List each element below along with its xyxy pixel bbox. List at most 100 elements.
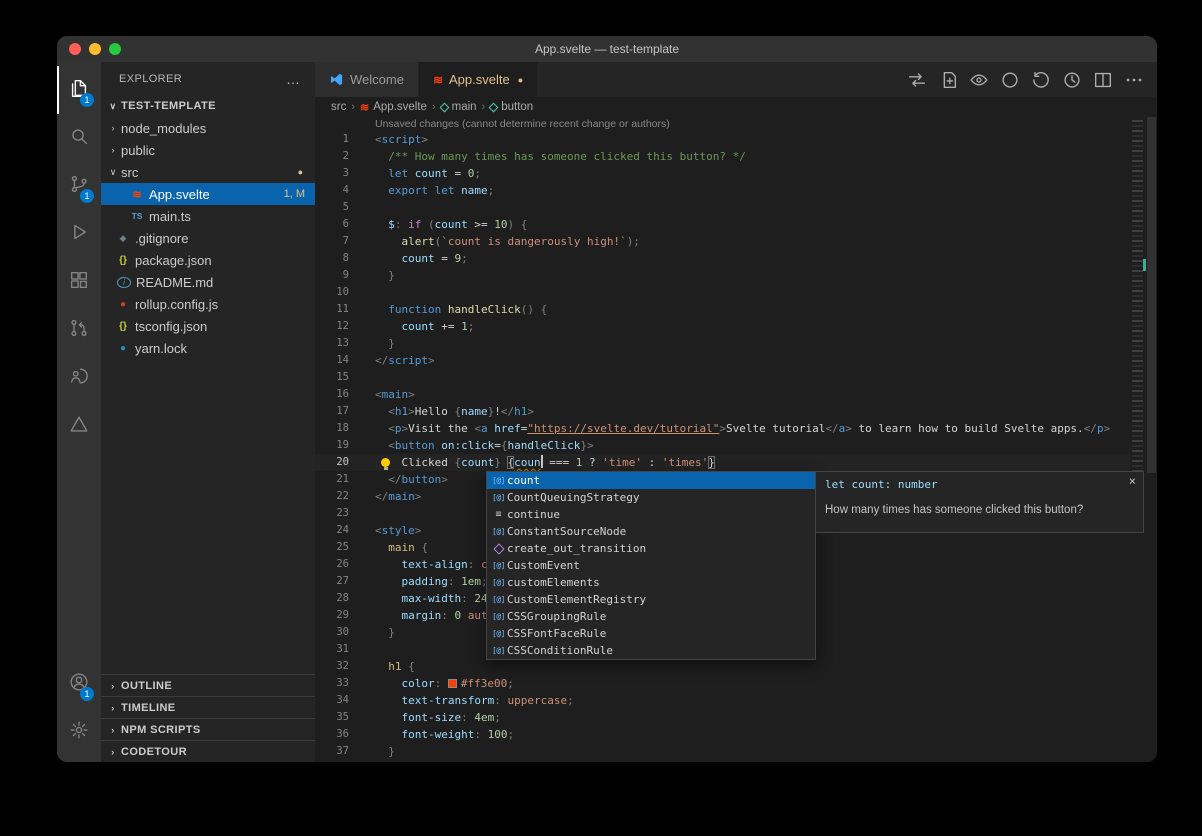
section-npm-scripts[interactable]: ›NPM SCRIPTS xyxy=(101,718,315,740)
activity-azure[interactable] xyxy=(57,402,101,450)
tree-root-test-template[interactable]: ∨ TEST-TEMPLATE xyxy=(101,95,315,117)
code-line[interactable]: 8 count = 9; xyxy=(315,250,1130,267)
activity-search[interactable] xyxy=(57,114,101,162)
code-line[interactable]: 3 let count = 0; xyxy=(315,165,1130,182)
vscode-window: App.svelte — test-template 11 1 EXPLORER… xyxy=(57,36,1157,762)
editor-action-split-editor-icon[interactable] xyxy=(1092,69,1114,91)
code-line[interactable]: 5 xyxy=(315,199,1130,216)
breadcrumb-src[interactable]: src xyxy=(331,101,346,113)
code-line[interactable]: 10 xyxy=(315,284,1130,301)
code-line[interactable]: 13 } xyxy=(315,335,1130,352)
code-line[interactable]: 34 text-transform: uppercase; xyxy=(315,692,1130,709)
tree-item-src[interactable]: ∨src● xyxy=(101,161,315,183)
section-codetour[interactable]: ›CODETOUR xyxy=(101,740,315,762)
editor-action-file-history-icon[interactable] xyxy=(1030,69,1052,91)
code-line[interactable]: 4 export let name; xyxy=(315,182,1130,199)
suggestion-cssconditionrule[interactable]: [@]CSSConditionRule xyxy=(487,642,815,659)
editor-action-timeline-icon[interactable] xyxy=(1061,69,1083,91)
code-line[interactable]: 15 xyxy=(315,369,1130,386)
breadcrumb-app-svelte[interactable]: ≋App.svelte xyxy=(360,101,427,114)
minimize-window-button[interactable] xyxy=(89,43,101,55)
tree-item-readme-md[interactable]: iREADME.md xyxy=(101,271,315,293)
suggestion-cssfontfacerule[interactable]: [@]CSSFontFaceRule xyxy=(487,625,815,642)
suggestion-count[interactable]: [@]count xyxy=(487,472,815,489)
activity-accounts[interactable]: 1 xyxy=(57,660,101,708)
editor-action-gitlens-compare-icon[interactable] xyxy=(906,69,928,91)
line-number: 12 xyxy=(315,318,349,335)
tree-item-yarn-lock[interactable]: ●yarn.lock xyxy=(101,337,315,359)
sidebar-sections: ›OUTLINE›TIMELINE›NPM SCRIPTS›CODETOUR xyxy=(101,674,315,762)
activity-settings[interactable] xyxy=(57,708,101,756)
suggestion-continue[interactable]: ≡continue xyxy=(487,506,815,523)
symbol-variable-icon: [@] xyxy=(490,643,507,658)
tab-welcome[interactable]: Welcome xyxy=(315,62,419,97)
code-line[interactable]: 36 font-weight: 100; xyxy=(315,726,1130,743)
scrollbar-thumb[interactable] xyxy=(1147,117,1156,473)
suggestion-label: continue xyxy=(507,508,560,521)
close-window-button[interactable] xyxy=(69,43,81,55)
color-swatch[interactable] xyxy=(448,679,457,688)
activity-run-debug[interactable] xyxy=(57,210,101,258)
code-line[interactable]: 1<script> xyxy=(315,131,1130,148)
code-lines: 1<script>2 /** How many times has someon… xyxy=(315,131,1130,760)
tree-item-node-modules[interactable]: ›node_modules xyxy=(101,117,315,139)
code-line[interactable]: 18 <p>Visit the <a href="https://svelte.… xyxy=(315,420,1130,437)
editor-action-gitlens-heatmap-icon[interactable] xyxy=(999,69,1021,91)
extensions-icon xyxy=(68,269,90,296)
code-line[interactable]: 35 font-size: 4em; xyxy=(315,709,1130,726)
code-line[interactable]: 11 function handleClick() { xyxy=(315,301,1130,318)
code-line[interactable]: 33 color: #ff3e00; xyxy=(315,675,1130,692)
lightbulb-icon[interactable] xyxy=(381,458,390,467)
tree-item-app-svelte[interactable]: ≋App.svelte1, M xyxy=(101,183,315,205)
suggestion-customelementregistry[interactable]: [@]CustomElementRegistry xyxy=(487,591,815,608)
minimap[interactable] xyxy=(1130,117,1146,762)
breadcrumb-label: button xyxy=(501,101,533,113)
tree-item-public[interactable]: ›public xyxy=(101,139,315,161)
suggestion-constantsourcenode[interactable]: [@]ConstantSourceNode xyxy=(487,523,815,540)
editor-action-toggle-blame-icon[interactable] xyxy=(968,69,990,91)
suggestion-cssgroupingrule[interactable]: [@]CSSGroupingRule xyxy=(487,608,815,625)
tree-item-rollup-config-js[interactable]: ●rollup.config.js xyxy=(101,293,315,315)
tab-app-svelte[interactable]: ≋App.svelte● xyxy=(419,62,538,97)
tree-item-gitignore[interactable]: ◆.gitignore xyxy=(101,227,315,249)
suggestion-create-out-transition[interactable]: create_out_transition xyxy=(487,540,815,557)
tree-item-package-json[interactable]: {}package.json xyxy=(101,249,315,271)
code-line[interactable]: 37 } xyxy=(315,743,1130,760)
titlebar[interactable]: App.svelte — test-template xyxy=(57,36,1157,62)
suggestion-customelements[interactable]: [@]customElements xyxy=(487,574,815,591)
code-line[interactable]: 32 h1 { xyxy=(315,658,1130,675)
code-line[interactable]: 6 $: if (count >= 10) { xyxy=(315,216,1130,233)
chevron-right-icon: › xyxy=(105,145,121,155)
code-line[interactable]: 9 } xyxy=(315,267,1130,284)
more-actions-icon[interactable]: … xyxy=(286,71,301,87)
tree-item-tsconfig-json[interactable]: {}tsconfig.json xyxy=(101,315,315,337)
editor-action-open-changes-icon[interactable] xyxy=(937,69,959,91)
section-outline[interactable]: ›OUTLINE xyxy=(101,674,315,696)
breadcrumb-main[interactable]: main xyxy=(441,101,477,113)
code-line[interactable]: 17 <h1>Hello {name}!</h1> xyxy=(315,403,1130,420)
code-line[interactable]: 7 alert(`count is dangerously high!`); xyxy=(315,233,1130,250)
breadcrumb-button[interactable]: button xyxy=(490,101,533,113)
close-icon[interactable]: × xyxy=(1129,474,1136,488)
scrollbar[interactable] xyxy=(1146,117,1157,762)
activity-source-control[interactable]: 1 xyxy=(57,162,101,210)
code-editor[interactable]: Unsaved changes (cannot determine recent… xyxy=(315,117,1130,762)
tree-item-main-ts[interactable]: TSmain.ts xyxy=(101,205,315,227)
code-line[interactable]: 2 /** How many times has someone clicked… xyxy=(315,148,1130,165)
code-line[interactable]: 16<main> xyxy=(315,386,1130,403)
activity-live-share[interactable] xyxy=(57,354,101,402)
code-line[interactable]: 19 <button on:click={handleClick}> xyxy=(315,437,1130,454)
section-timeline[interactable]: ›TIMELINE xyxy=(101,696,315,718)
suggestion-customevent[interactable]: [@]CustomEvent xyxy=(487,557,815,574)
code-line[interactable]: 14</script> xyxy=(315,352,1130,369)
activity-extensions[interactable] xyxy=(57,258,101,306)
code-line[interactable]: 20 Clicked {count} {coun === 1 ? 'time' … xyxy=(315,454,1130,471)
suggestion-countqueuingstrategy[interactable]: [@]CountQueuingStrategy xyxy=(487,489,815,506)
editor-action-more-actions-icon[interactable] xyxy=(1123,69,1145,91)
zoom-window-button[interactable] xyxy=(109,43,121,55)
code-line[interactable]: 12 count += 1; xyxy=(315,318,1130,335)
activity-explorer[interactable]: 1 xyxy=(57,66,101,114)
activity-github-pull-requests[interactable] xyxy=(57,306,101,354)
file-label: package.json xyxy=(135,253,212,268)
file-label: main.ts xyxy=(149,209,191,224)
